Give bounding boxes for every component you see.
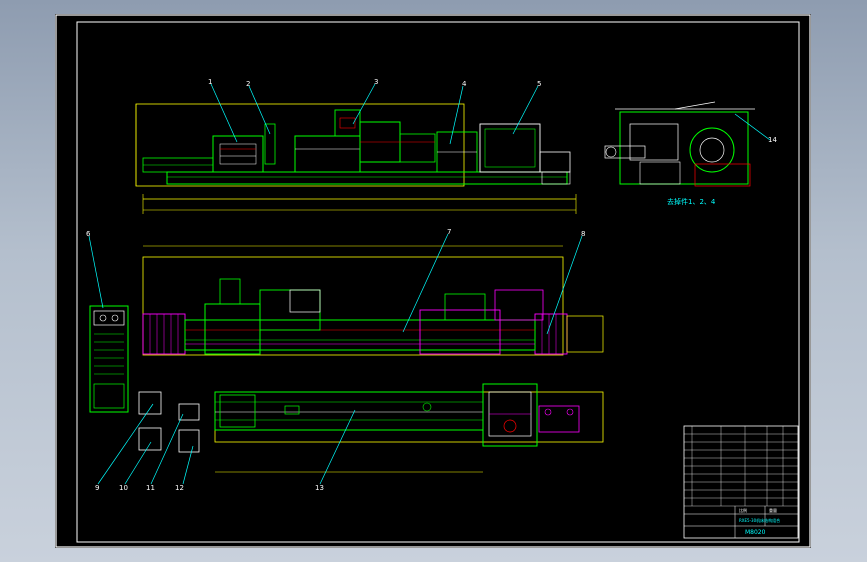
callout-2: 2: [246, 80, 250, 88]
aux-box-11: [178, 403, 200, 421]
auxiliary-units: 9 10 11 12: [95, 391, 200, 492]
part-name: RXE5-30机床结构组合: [739, 517, 780, 523]
plan-view-lower: 13: [214, 383, 604, 492]
side-view-body: [619, 111, 749, 185]
drive-motor-box: [479, 123, 541, 173]
aux-box-12: [178, 429, 200, 453]
drawing-number: M8020: [745, 529, 766, 536]
chuck: [689, 127, 735, 173]
plan-tailstock: [419, 309, 501, 355]
control-cabinet: 6: [86, 230, 129, 413]
weight-label: 重量: [769, 507, 777, 513]
callout-11: 11: [146, 484, 155, 492]
drawing-canvas: 1 2 3 4 5 14 去掉件1、2、4 7 8 6 9 10 11 12 1…: [55, 14, 811, 548]
callout-6: 6: [86, 230, 91, 238]
callout-1: 1: [208, 78, 212, 86]
callout-5: 5: [537, 80, 541, 88]
callout-10: 10: [119, 484, 128, 492]
inner-frame: [76, 21, 800, 543]
plan-view-upper: 7 8: [142, 228, 604, 356]
plan-bed: [184, 319, 536, 351]
callout-9: 9: [95, 484, 99, 492]
title-block: 比例 重量 RXE5-30机床结构组合 M8020: [683, 425, 799, 539]
lower-drive-unit: [482, 383, 538, 447]
cad-drawing-viewport[interactable]: 1 2 3 4 5 14 去掉件1、2、4 7 8 6 9 10 11 12 1…: [55, 14, 811, 548]
aux-box-9: [138, 391, 162, 415]
machine-bed: [166, 171, 568, 185]
callout-7: 7: [447, 228, 451, 236]
callout-12: 12: [175, 484, 184, 492]
carriage: [294, 135, 361, 173]
aux-box-10: [138, 427, 162, 451]
side-view: 14 去掉件1、2、4: [604, 101, 777, 206]
lower-envelope: [214, 391, 604, 443]
headstock: [212, 135, 264, 173]
callout-8: 8: [581, 230, 585, 238]
front-view: 1 2 3 4 5: [135, 78, 577, 214]
tool-post: [334, 109, 361, 137]
outer-frame: [55, 14, 811, 548]
callout-4: 4: [462, 80, 467, 88]
scale-label: 比例: [739, 507, 747, 513]
callout-14: 14: [768, 136, 777, 144]
callout-13: 13: [315, 484, 324, 492]
callout-3: 3: [374, 78, 378, 86]
side-view-caption: 去掉件1、2、4: [667, 197, 716, 206]
control-cabinet-body: [89, 305, 129, 413]
front-view-envelope: [135, 103, 465, 187]
